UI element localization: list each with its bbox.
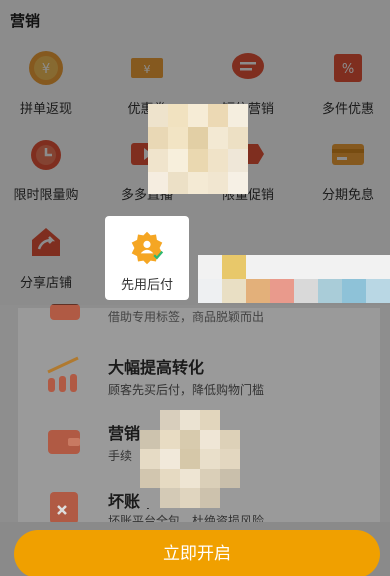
tool-label: 先用后付 [120,278,173,293]
mosaic-blur [148,104,248,194]
tool-label: 分期免息 [321,188,374,203]
tool-label: 多件优惠 [321,102,374,117]
tool-installment[interactable]: 分期免息 [308,134,388,203]
badge-user-icon [131,231,164,265]
svg-text:¥: ¥ [42,62,50,77]
svg-text:%: % [342,62,354,77]
tool-share-shop[interactable]: 分享店铺 [6,222,86,291]
wallet-icon [48,430,80,454]
feature-item: 大幅提高转化 顾客先买后付，降低购物门槛 [18,346,380,406]
coupon-icon: ¥ [131,58,163,78]
tag-icon [50,304,80,320]
svg-text:¥: ¥ [144,63,151,76]
mosaic-blur [140,410,240,508]
tool-multi-discount[interactable]: % 多件优惠 [308,48,388,117]
tool-label: 拼单返现 [19,102,72,117]
tool-pindan-fanxian[interactable]: ¥ 拼单返现 [6,48,86,117]
enable-now-button[interactable]: 立即开启 [14,530,380,576]
chat-bubble-icon [232,53,264,79]
section-title: 营销 [10,12,41,30]
feature-title: 大幅提高转化 [108,358,205,377]
coin-icon: ¥ [29,51,63,85]
credit-card-icon [332,144,364,165]
share-home-icon [32,228,60,256]
percent-tag-icon: % [334,54,362,82]
tool-label: 分享店铺 [19,276,72,291]
tool-pay-later[interactable]: 先用后付 [105,216,189,300]
tool-flash-sale[interactable]: 限时限量购 [6,134,86,203]
feature-subtitle: 借助专用标签，商品脱颖而出 [108,310,265,324]
feature-subtitle: 手续 [108,449,133,463]
feature-subtitle: 顾客先买后付，降低购物门槛 [108,383,265,397]
alarm-clock-icon [31,140,61,170]
growth-chart-icon [47,356,79,392]
mosaic-blur [198,255,390,303]
tool-label: 限时限量购 [13,188,79,203]
